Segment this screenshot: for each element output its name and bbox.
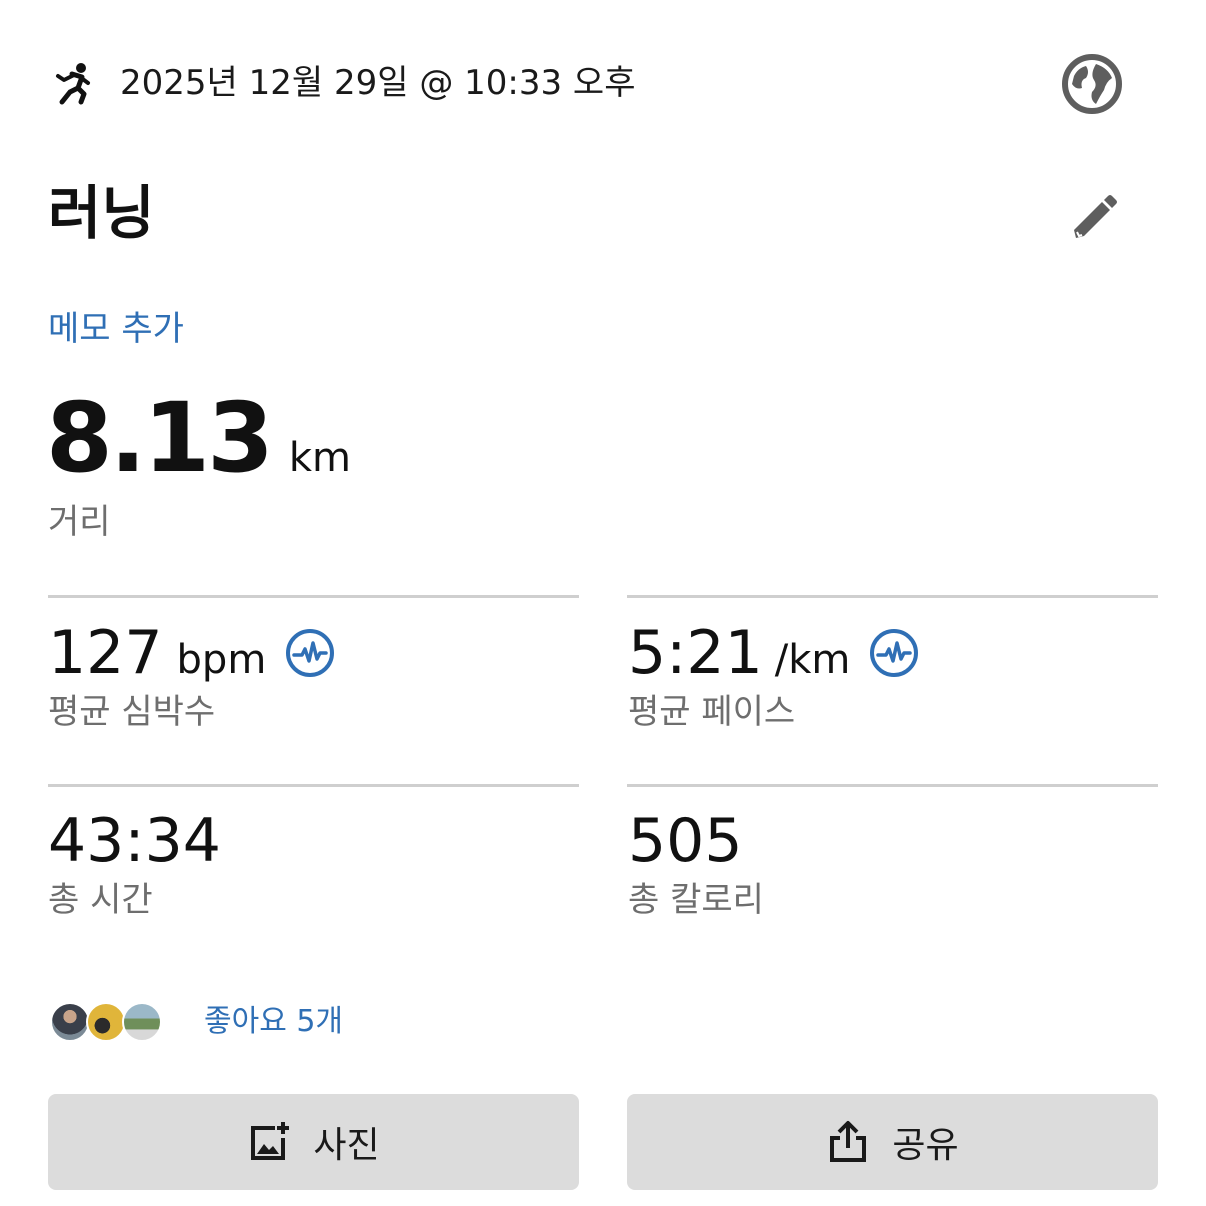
divider	[627, 784, 1158, 787]
avg-pace-unit: /km	[774, 637, 851, 683]
total-time-value: 43:34	[48, 806, 221, 876]
total-time-row: 43:34	[48, 806, 221, 876]
avg-pace-row: 5:21 /km	[628, 618, 920, 688]
add-photo-icon	[247, 1120, 291, 1164]
activity-title: 러닝	[48, 179, 155, 247]
divider	[627, 595, 1158, 598]
distance-value: 8.13	[46, 382, 274, 494]
total-calories-value: 505	[628, 806, 743, 876]
avg-pace-value: 5:21	[628, 618, 763, 688]
avatar[interactable]	[122, 1002, 162, 1042]
distance-label: 거리	[48, 502, 111, 542]
distance-unit: km	[288, 435, 351, 481]
total-calories-label: 총 칼로리	[628, 880, 764, 920]
share-label: 공유	[892, 1125, 959, 1166]
add-photo-button[interactable]: 사진	[48, 1094, 579, 1190]
avatar[interactable]	[50, 1002, 90, 1042]
running-person-icon	[50, 60, 96, 106]
total-calories-row: 505	[628, 806, 743, 876]
add-photo-label: 사진	[313, 1125, 380, 1166]
avg-pace-label: 평균 페이스	[628, 692, 796, 732]
add-memo-link[interactable]: 메모 추가	[48, 306, 184, 352]
avg-heart-rate-row: 127 bpm	[48, 618, 336, 688]
pencil-icon[interactable]	[1064, 188, 1120, 244]
distance-value-row: 8.13 km	[46, 388, 351, 488]
avg-heart-rate-value: 127	[48, 618, 163, 688]
pulse-icon[interactable]	[284, 627, 336, 679]
avg-heart-rate-label: 평균 심박수	[48, 692, 216, 732]
share-icon	[826, 1120, 870, 1164]
likes-link[interactable]: 좋아요 5개	[204, 1000, 343, 1044]
divider	[48, 595, 579, 598]
avatar[interactable]	[86, 1002, 126, 1042]
avg-heart-rate-unit: bpm	[176, 637, 267, 683]
total-time-label: 총 시간	[48, 880, 153, 920]
activity-date-time: 2025년 12월 29일 @ 10:33 오후	[120, 63, 636, 103]
share-button[interactable]: 공유	[627, 1094, 1158, 1190]
pulse-icon[interactable]	[868, 627, 920, 679]
globe-icon[interactable]	[1060, 52, 1124, 116]
divider	[48, 784, 579, 787]
